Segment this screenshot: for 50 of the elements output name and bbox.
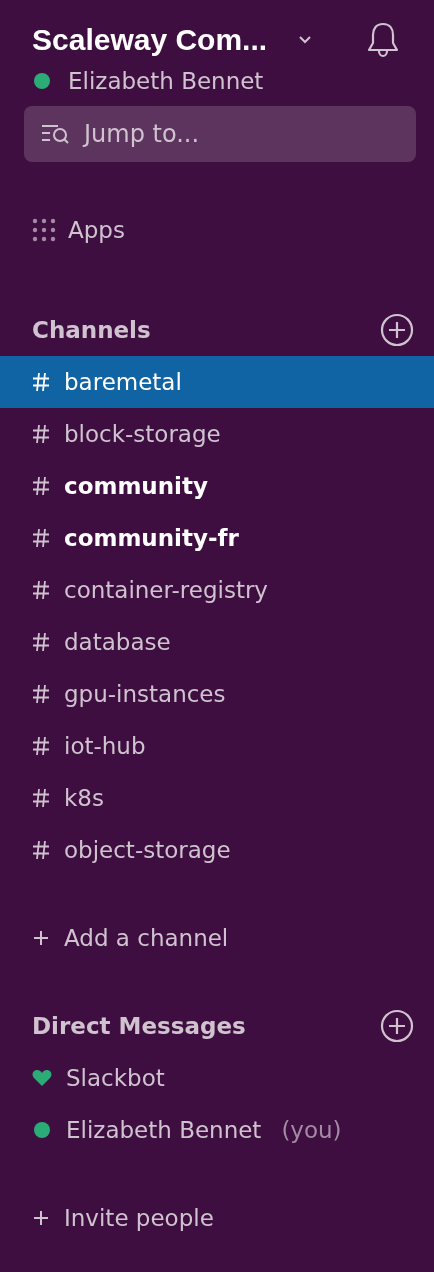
add-icon[interactable] — [380, 1009, 414, 1043]
channel-name: block-storage — [64, 421, 221, 447]
hash-icon — [32, 580, 50, 600]
search-placeholder: Jump to... — [84, 120, 200, 148]
invite-item[interactable]: Invite people — [0, 1192, 434, 1244]
channel-name: database — [64, 629, 171, 655]
section-title[interactable]: Direct Messages — [32, 1013, 246, 1039]
caret-icon[interactable] — [297, 34, 314, 46]
user-name: Elizabeth Bennet — [68, 68, 264, 94]
hash-icon — [32, 372, 50, 392]
hash-icon — [32, 476, 50, 496]
channel-name: container-registry — [64, 577, 268, 603]
add-channel-item[interactable]: Add a channel — [0, 912, 434, 964]
channel-item[interactable]: baremetal — [0, 356, 434, 408]
dm-name: Elizabeth Bennet — [66, 1117, 262, 1143]
hash-icon — [32, 632, 50, 652]
hash-icon — [32, 788, 50, 808]
channel-item[interactable]: iot-hub — [0, 720, 434, 772]
channel-item[interactable]: gpu-instances — [0, 668, 434, 720]
dm-item[interactable]: Elizabeth Bennet (you) — [0, 1104, 434, 1156]
dm-name: Slackbot — [66, 1065, 165, 1091]
hash-icon — [32, 840, 50, 860]
channel-name: object-storage — [64, 837, 231, 863]
channel-name: gpu-instances — [64, 681, 226, 707]
channel-name: community — [64, 473, 208, 499]
search-field[interactable]: Jump to... — [24, 106, 416, 162]
dm-item[interactable]: Slackbot — [0, 1052, 434, 1104]
plus-icon — [32, 1209, 50, 1227]
plus-icon — [32, 929, 50, 947]
channel-item[interactable]: database — [0, 616, 434, 668]
channel-item[interactable]: block-storage — [0, 408, 434, 460]
channel-name: community-fr — [64, 525, 239, 551]
section-title[interactable]: Channels — [32, 317, 151, 343]
channel-item[interactable]: object-storage — [0, 824, 434, 876]
add-icon[interactable] — [380, 313, 414, 347]
workspace-name[interactable]: Scaleway Com... — [32, 23, 268, 57]
apps-grid-icon — [32, 218, 56, 242]
channel-name: k8s — [64, 785, 104, 811]
hash-icon — [32, 528, 50, 548]
channel-item[interactable]: community-fr — [0, 512, 434, 564]
hash-icon — [32, 736, 50, 756]
channel-name: baremetal — [64, 369, 182, 395]
hash-icon — [32, 684, 50, 704]
hash-icon — [32, 424, 50, 444]
you-label: (you) — [281, 1117, 342, 1143]
channel-item[interactable]: container-registry — [0, 564, 434, 616]
apps-item[interactable]: Apps — [0, 204, 434, 256]
channel-item[interactable]: k8s — [0, 772, 434, 824]
channel-item[interactable]: community — [0, 460, 434, 512]
channel-name: iot-hub — [64, 733, 146, 759]
